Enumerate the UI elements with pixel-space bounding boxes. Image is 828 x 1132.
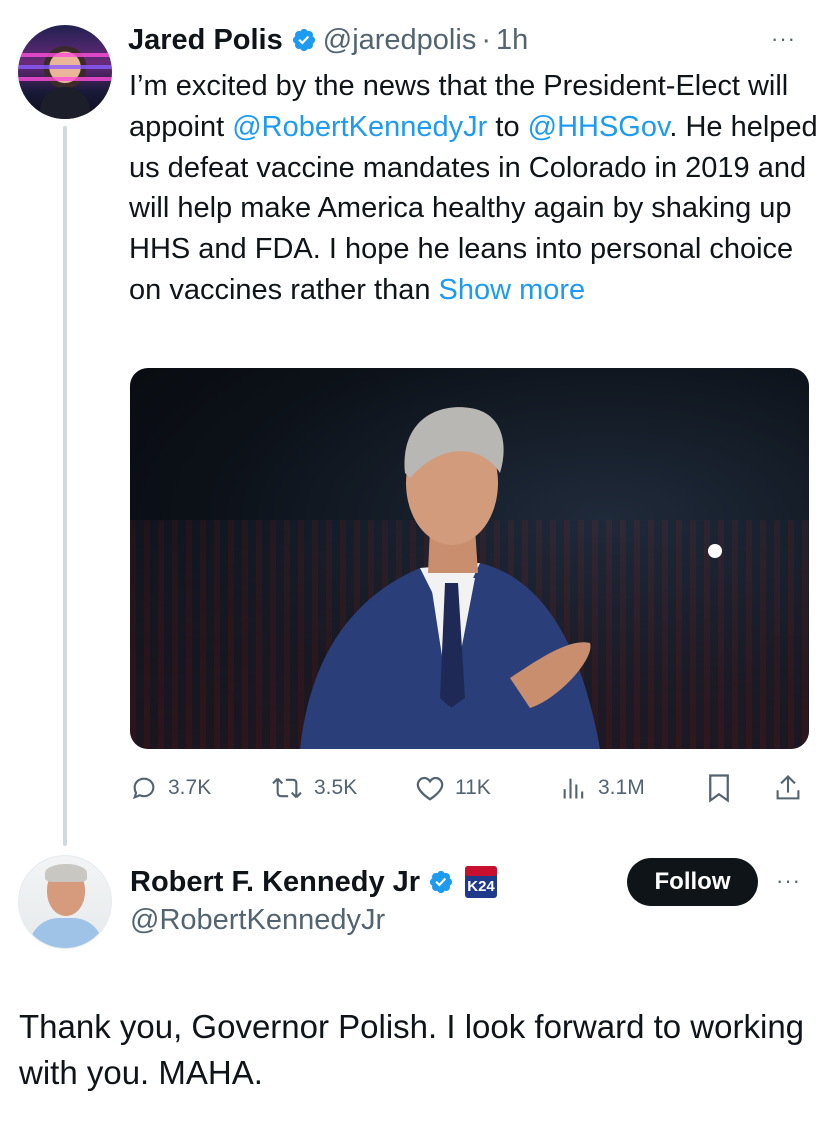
views-button[interactable]: 3.1M bbox=[560, 766, 645, 810]
repost-icon bbox=[272, 777, 302, 799]
tweet-photo[interactable] bbox=[130, 368, 809, 749]
like-count: 11K bbox=[455, 776, 491, 799]
repost-button[interactable]: 3.5K bbox=[270, 766, 357, 810]
header-separator: · bbox=[481, 23, 491, 56]
bookmark-icon bbox=[709, 774, 729, 803]
like-button[interactable]: 11K bbox=[415, 766, 491, 810]
show-more-link[interactable]: Show more bbox=[439, 274, 586, 306]
follow-button[interactable]: Follow bbox=[627, 858, 758, 906]
views-icon bbox=[563, 778, 584, 799]
tweet-time[interactable]: 1h bbox=[496, 24, 528, 57]
spotlight bbox=[708, 544, 722, 558]
tweet-text: I’m excited by the news that the Preside… bbox=[129, 66, 819, 311]
tweet-header: Jared Polis @jaredpolis · 1h bbox=[128, 22, 528, 58]
reply-header: Robert F. Kennedy Jr K24 bbox=[130, 862, 498, 902]
tweet-actions: 3.7K 3.5K 11K 3.1M bbox=[130, 766, 820, 810]
author-name[interactable]: Jared Polis bbox=[128, 24, 283, 57]
avatar-jared-polis[interactable] bbox=[18, 25, 112, 119]
affiliate-badge-icon[interactable]: K24 bbox=[464, 865, 498, 899]
text-segment: to bbox=[487, 110, 528, 143]
share-button[interactable] bbox=[774, 766, 812, 810]
reply-author-handle[interactable]: @RobertKennedyJr bbox=[130, 904, 385, 937]
verified-badge-icon bbox=[429, 870, 453, 894]
affiliate-badge-label: K24 bbox=[467, 878, 495, 895]
verified-badge-icon bbox=[292, 28, 315, 52]
thread-connector-line bbox=[63, 126, 67, 846]
repost-count: 3.5K bbox=[314, 776, 358, 799]
reply-author-name[interactable]: Robert F. Kennedy Jr bbox=[130, 866, 420, 899]
views-count: 3.1M bbox=[598, 776, 645, 799]
reply-count: 3.7K bbox=[168, 776, 212, 799]
reply-button[interactable]: 3.7K bbox=[130, 766, 211, 810]
like-icon bbox=[416, 776, 444, 801]
share-icon bbox=[776, 774, 800, 800]
avatar-robert-f-kennedy-jr[interactable] bbox=[18, 855, 112, 949]
mention-hhsgov[interactable]: @HHSGov bbox=[528, 111, 670, 143]
reply-icon bbox=[132, 777, 155, 800]
reply-text: Thank you, Governor Polish. I look forwa… bbox=[19, 1008, 805, 1091]
more-options-icon[interactable]: ··· bbox=[776, 868, 801, 894]
photo-subject bbox=[300, 407, 600, 749]
mention-robertkennedyjr[interactable]: @RobertKennedyJr bbox=[232, 111, 487, 143]
author-handle[interactable]: @jaredpolis bbox=[323, 24, 477, 57]
bookmark-button[interactable] bbox=[706, 766, 742, 810]
more-options-icon[interactable]: ··· bbox=[771, 26, 796, 52]
